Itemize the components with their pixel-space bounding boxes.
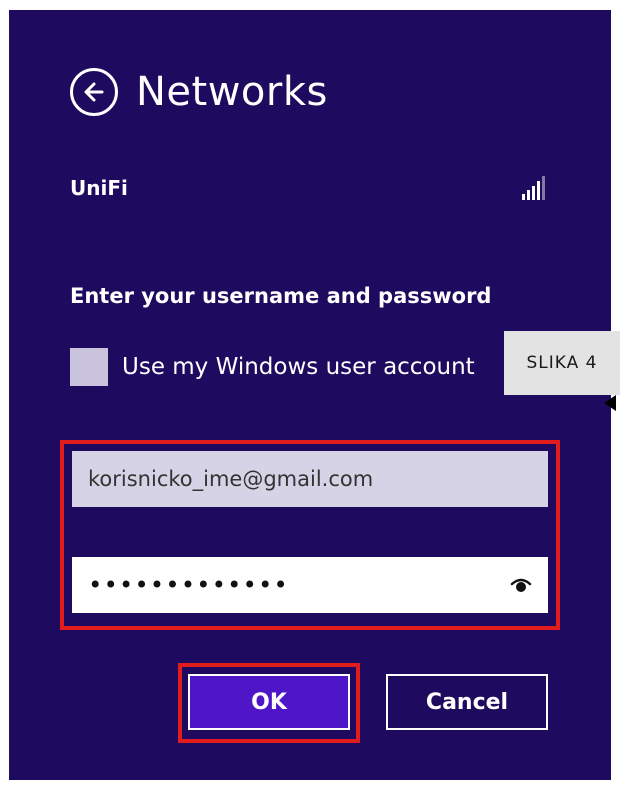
password-field[interactable] (72, 557, 492, 613)
screenshot-stage: Networks UniFi Enter your username and p… (0, 0, 620, 794)
page-title: Networks (136, 69, 328, 115)
cancel-button[interactable]: Cancel (386, 674, 548, 730)
username-field[interactable] (72, 451, 548, 507)
eye-icon[interactable] (510, 575, 532, 595)
ok-button[interactable]: OK (188, 674, 350, 730)
use-windows-account-checkbox[interactable] (70, 348, 108, 386)
wifi-signal-icon (522, 176, 545, 200)
callout-arrow (604, 395, 616, 411)
network-name: UniFi (70, 176, 128, 200)
header: Networks (70, 68, 328, 116)
figure-label-badge: SLIKA 4 (504, 331, 620, 395)
back-arrow-icon (84, 82, 104, 102)
use-windows-account-row[interactable]: Use my Windows user account (70, 348, 475, 386)
network-item[interactable]: UniFi (70, 175, 545, 201)
use-windows-account-label: Use my Windows user account (122, 354, 475, 380)
back-button[interactable] (70, 68, 118, 116)
credentials-prompt: Enter your username and password (70, 284, 492, 308)
password-field-wrapper (72, 557, 548, 613)
